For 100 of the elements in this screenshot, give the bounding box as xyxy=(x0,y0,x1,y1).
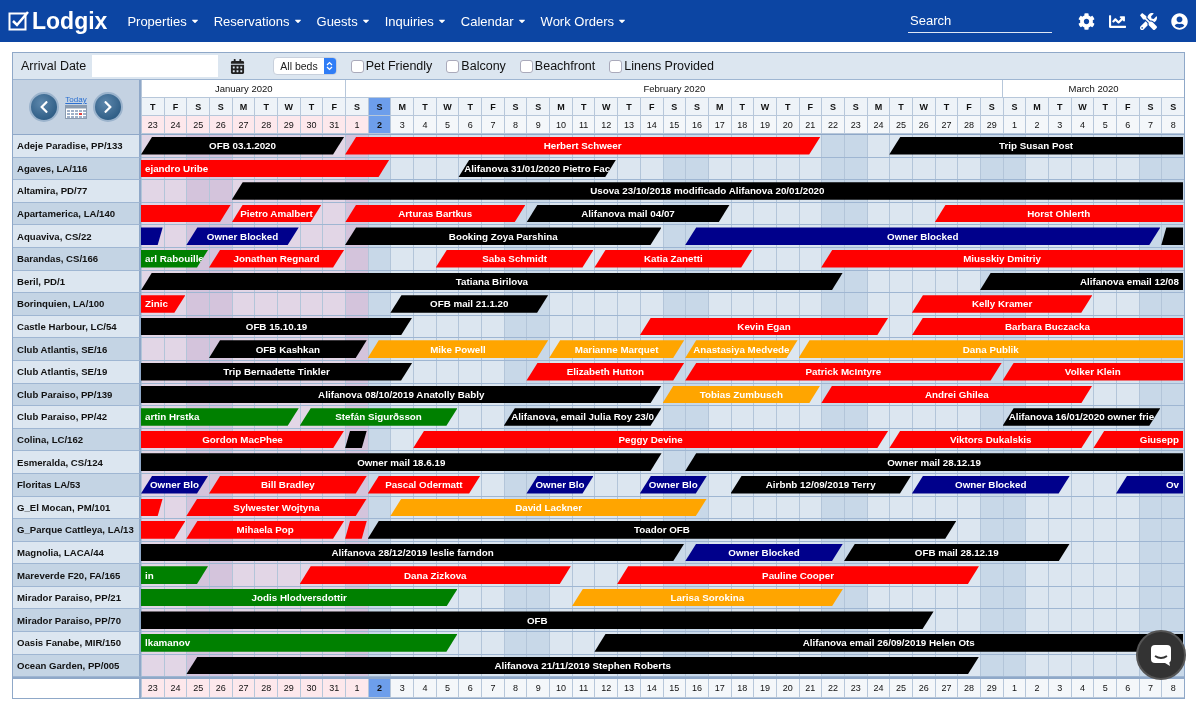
property-name[interactable]: Magnolia, LACA/44 xyxy=(13,541,141,565)
logo[interactable]: Lodgix xyxy=(32,7,108,35)
property-name[interactable]: Mareverde F20, FA/165 xyxy=(13,564,141,587)
date-cell[interactable]: 2 xyxy=(1025,679,1048,699)
date-cell[interactable]: 25 xyxy=(186,679,209,699)
property-name[interactable]: Mirador Paraiso, PP/70 xyxy=(13,609,141,633)
booking-bar[interactable]: Owner mail 28.12.19 xyxy=(685,453,1183,471)
date-cell[interactable]: 17 xyxy=(707,116,731,134)
date-cell[interactable]: 20 xyxy=(775,116,799,134)
booking-bar[interactable]: Alifanova email 26/09/2019 Helen Ots xyxy=(594,634,1183,652)
chart-icon[interactable] xyxy=(1109,12,1126,30)
menu-item[interactable]: Reservations xyxy=(213,13,303,29)
date-cell[interactable]: 29 xyxy=(979,679,1003,699)
booking-bar[interactable]: Usova 23/10/2018 modificado Alifanova 20/01/2020 xyxy=(231,182,1183,200)
date-cell[interactable]: 11 xyxy=(571,116,595,134)
date-cell[interactable]: 26 xyxy=(209,116,232,134)
date-cell[interactable]: 15 xyxy=(662,116,686,134)
date-cell[interactable]: 16 xyxy=(685,116,708,134)
date-cell[interactable]: 23 xyxy=(141,679,164,699)
booking-bar[interactable]: Pauline Cooper xyxy=(617,566,979,584)
property-name[interactable]: Altamira, PD/77 xyxy=(13,180,141,203)
booking-bar[interactable]: Trip Susan Post xyxy=(889,137,1183,155)
date-cell[interactable]: 31 xyxy=(322,679,346,699)
date-cell[interactable]: 30 xyxy=(299,679,323,699)
date-cell[interactable]: 11 xyxy=(571,679,595,699)
date-cell[interactable]: 8 xyxy=(503,116,527,134)
date-cell[interactable]: 24 xyxy=(866,679,890,699)
search-field[interactable]: Search xyxy=(908,9,1052,33)
date-cell[interactable]: 7 xyxy=(481,116,504,134)
date-cell[interactable]: 1 xyxy=(345,116,368,134)
booking-bar[interactable]: Toador OFB xyxy=(367,521,957,539)
date-cell[interactable]: 7 xyxy=(1138,116,1162,134)
calendar-icon[interactable] xyxy=(230,58,246,74)
property-name[interactable]: Borinquien, LA/100 xyxy=(13,293,141,316)
date-cell[interactable]: 28 xyxy=(254,679,278,699)
property-name[interactable]: Club Atlantis, SE/19 xyxy=(13,360,141,384)
booking-bar[interactable]: Mihaela Pop xyxy=(186,521,345,539)
date-cell[interactable]: 3 xyxy=(1047,679,1071,699)
date-cell[interactable]: 23 xyxy=(141,116,164,134)
booking-bar[interactable]: Zinic xyxy=(141,295,186,313)
date-cell[interactable]: 6 xyxy=(458,679,482,699)
date-cell[interactable]: 18 xyxy=(730,116,754,134)
booking-bar[interactable]: OFB mail 21.1.20 xyxy=(390,295,549,313)
property-name[interactable]: G_El Mocan, PM/101 xyxy=(13,496,141,520)
date-cell[interactable]: 23 xyxy=(843,116,867,134)
booking-bar[interactable]: Alifanova, email Julia Roy 23/0 xyxy=(503,408,662,426)
date-cell[interactable]: 5 xyxy=(435,116,459,134)
date-cell[interactable]: 1 xyxy=(1002,679,1026,699)
date-cell[interactable]: 3 xyxy=(390,116,414,134)
date-cell[interactable]: 8 xyxy=(503,679,527,699)
date-cell[interactable]: 29 xyxy=(277,116,300,134)
tools-icon[interactable] xyxy=(1140,12,1157,30)
date-cell[interactable]: 1 xyxy=(345,679,368,699)
date-cell[interactable]: 28 xyxy=(957,116,980,134)
date-cell[interactable]: 25 xyxy=(889,679,912,699)
date-cell[interactable]: 10 xyxy=(549,679,572,699)
property-name[interactable]: Esmeralda, CS/124 xyxy=(13,451,141,474)
date-cell[interactable]: 2 xyxy=(1025,116,1048,134)
date-cell[interactable]: 31 xyxy=(322,116,346,134)
date-cell[interactable]: 12 xyxy=(594,679,618,699)
booking-bar[interactable]: Alifanova 16/01/2020 owner frie xyxy=(1002,408,1161,426)
date-cell[interactable]: 26 xyxy=(911,679,935,699)
date-cell[interactable]: 14 xyxy=(639,679,663,699)
property-name[interactable]: Barandas, CS/166 xyxy=(13,247,141,271)
settings-icon[interactable] xyxy=(1078,12,1095,30)
date-cell[interactable]: 29 xyxy=(277,679,300,699)
date-cell[interactable]: 15 xyxy=(662,679,686,699)
property-name[interactable]: Agaves, LA/116 xyxy=(13,157,141,181)
date-cell[interactable]: 27 xyxy=(934,679,958,699)
date-cell[interactable]: 24 xyxy=(163,116,187,134)
booking-bar[interactable]: Herbert Schweer xyxy=(345,137,821,155)
date-cell[interactable]: 21 xyxy=(798,679,822,699)
date-cell[interactable]: 22 xyxy=(821,116,844,134)
date-cell[interactable]: 14 xyxy=(639,116,663,134)
menu-item[interactable]: Calendar xyxy=(460,13,527,29)
booking-bar[interactable]: OFB xyxy=(141,611,934,630)
property-name[interactable]: Beril, PD/1 xyxy=(13,270,141,294)
property-name[interactable]: Club Paraiso, PP/139 xyxy=(13,383,141,407)
date-cell[interactable]: 27 xyxy=(934,116,958,134)
property-name[interactable]: Castle Harbour, LC/54 xyxy=(13,315,141,339)
date-cell[interactable]: 18 xyxy=(730,679,754,699)
previous-button[interactable] xyxy=(29,92,59,122)
checkbox[interactable] xyxy=(519,59,533,73)
checkbox[interactable] xyxy=(350,59,364,73)
date-cell[interactable]: 2 xyxy=(367,679,391,699)
date-cell[interactable]: 8 xyxy=(1161,679,1184,699)
date-cell[interactable]: 4 xyxy=(1070,116,1094,134)
date-cell[interactable]: 7 xyxy=(481,679,504,699)
date-cell[interactable]: 5 xyxy=(1093,116,1116,134)
booking-bar[interactable]: lkamanov xyxy=(141,634,458,652)
date-cell[interactable]: 5 xyxy=(435,679,459,699)
date-cell[interactable]: 25 xyxy=(186,116,209,134)
date-cell[interactable]: 4 xyxy=(413,116,436,134)
booking-bar[interactable] xyxy=(141,227,163,245)
booking-bar[interactable]: Dana Zizkova xyxy=(299,566,571,584)
date-cell[interactable]: 6 xyxy=(1115,116,1139,134)
beds-select[interactable]: All beds xyxy=(273,57,337,75)
date-cell[interactable]: 1 xyxy=(1002,116,1026,134)
booking-bar[interactable]: Owner mail 18.6.19 xyxy=(141,453,662,471)
date-cell[interactable]: 27 xyxy=(231,679,255,699)
